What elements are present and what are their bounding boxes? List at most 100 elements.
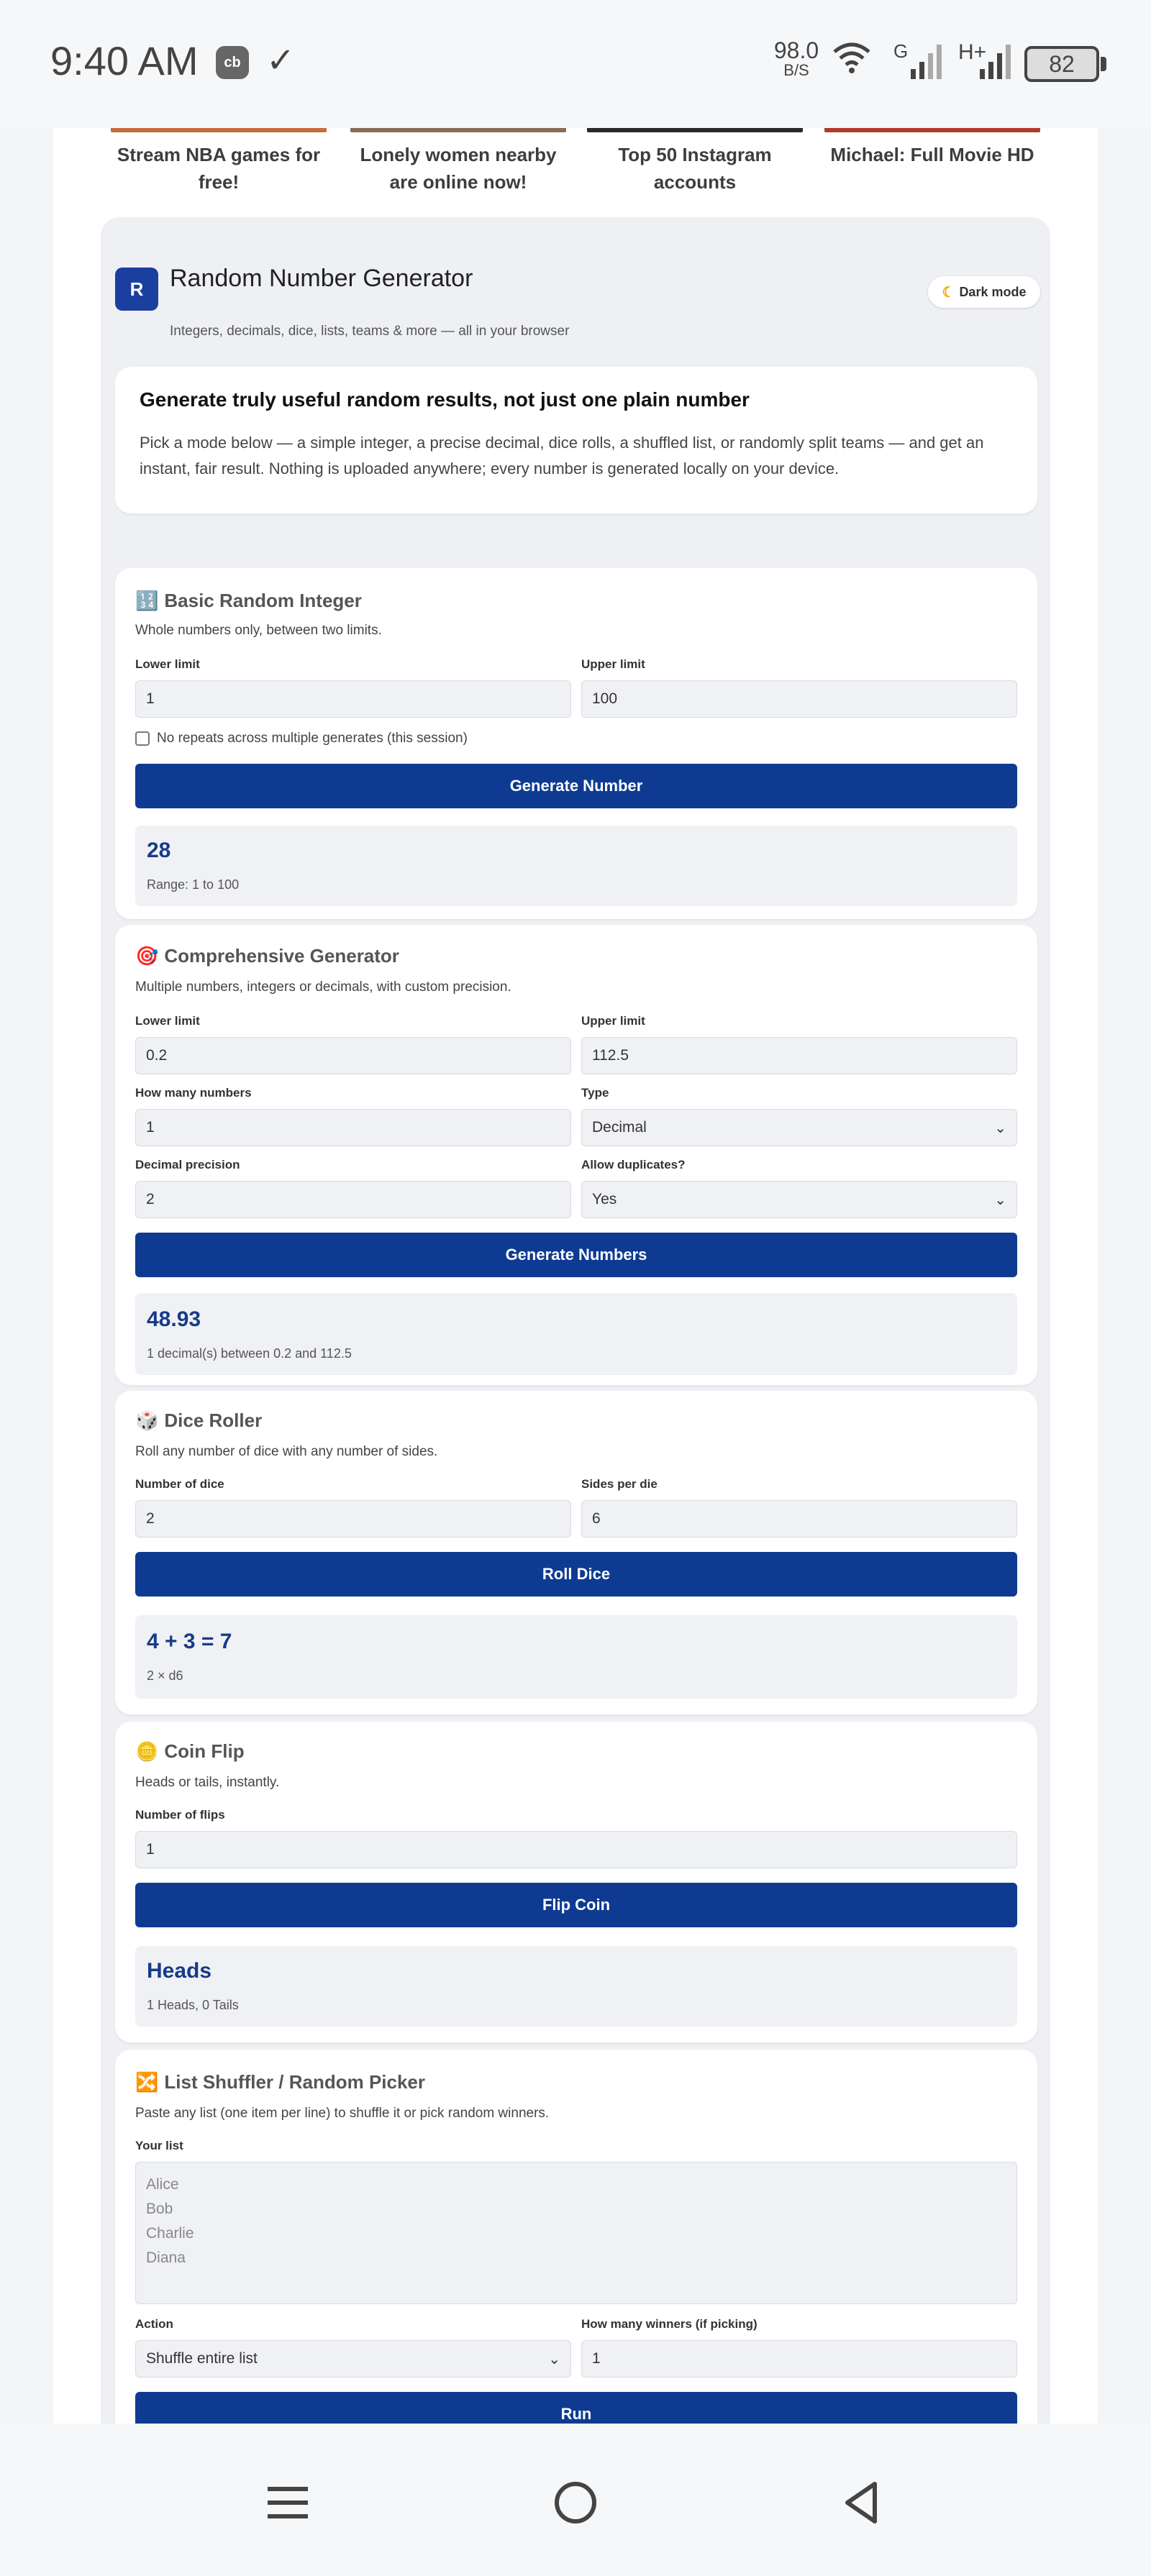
- list-textarea[interactable]: Alice Bob Charlie Diana: [135, 2162, 1017, 2304]
- dice-card-desc: Roll any number of dice with any number …: [135, 1444, 438, 1459]
- lower-limit-input[interactable]: 0.2: [135, 1037, 571, 1074]
- precision-input[interactable]: 2: [135, 1181, 571, 1218]
- duplicates-select[interactable]: Yes ⌄: [581, 1181, 1017, 1218]
- list-item: Charlie: [146, 2225, 194, 2242]
- winners-label: How many winners (if picking): [581, 2317, 758, 2331]
- flip-coin-button[interactable]: Flip Coin: [135, 1883, 1017, 1927]
- list-label: Your list: [135, 2139, 183, 2152]
- dice-card-title: 🎲 Dice Roller: [135, 1410, 263, 1431]
- count-label: How many numbers: [135, 1086, 252, 1100]
- list-item: Alice: [146, 2176, 179, 2193]
- type-select[interactable]: Decimal ⌄: [581, 1109, 1017, 1146]
- dice-result-note: 2 × d6: [147, 1668, 183, 1683]
- menu-icon[interactable]: [265, 2480, 311, 2526]
- no-repeat-checkbox[interactable]: No repeats across multiple generates (th…: [135, 731, 468, 746]
- ad-item[interactable]: Lonely women nearby are online now!: [350, 128, 566, 196]
- dark-mode-label: Dark mode: [959, 284, 1027, 299]
- type-label: Type: [581, 1086, 609, 1100]
- ad-item[interactable]: Michael: Full Movie HD: [824, 128, 1040, 168]
- shuffler-card-desc: Paste any list (one item per line) to sh…: [135, 2106, 550, 2121]
- basic-result-value: 28: [147, 839, 171, 862]
- basic-integer-card: 🔢 Basic Random Integer Whole numbers onl…: [115, 568, 1037, 919]
- ad-title: Stream NBA games for free!: [117, 144, 321, 193]
- page-subtitle: Integers, decimals, dice, lists, teams &…: [170, 324, 570, 339]
- basic-card-desc: Whole numbers only, between two limits.: [135, 623, 382, 638]
- signal-icon: [911, 45, 942, 79]
- flips-label: Number of flips: [135, 1808, 225, 1822]
- network-type-g: G: [893, 40, 909, 62]
- generate-numbers-button[interactable]: Generate Numbers: [135, 1233, 1017, 1277]
- basic-result-note: Range: 1 to 100: [147, 877, 240, 892]
- lower-limit-input[interactable]: 1: [135, 680, 571, 718]
- dice-result-value: 4 + 3 = 7: [147, 1630, 232, 1653]
- no-repeat-label: No repeats across multiple generates (th…: [157, 731, 468, 746]
- ad-thumbnail: [824, 128, 1040, 132]
- coin-result-note: 1 Heads, 0 Tails: [147, 1998, 239, 2012]
- dice-icon: 🎲: [135, 1410, 159, 1431]
- run-button[interactable]: Run: [135, 2392, 1017, 2424]
- upper-limit-label: Upper limit: [581, 1014, 645, 1028]
- list-item: Bob: [146, 2201, 173, 2217]
- dice-count-label: Number of dice: [135, 1477, 224, 1491]
- intro-body: Pick a mode below — a simple integer, a …: [140, 434, 984, 478]
- lower-limit-label: Lower limit: [135, 1014, 200, 1028]
- sides-input[interactable]: 6: [581, 1500, 1017, 1538]
- shuffler-card-title: 🔀 List Shuffler / Random Picker: [135, 2071, 426, 2093]
- flips-input[interactable]: 1: [135, 1831, 1017, 1868]
- winners-input[interactable]: 1: [581, 2340, 1017, 2378]
- coin-result-value: Heads: [147, 1959, 212, 1983]
- coin-icon: 🪙: [135, 1740, 159, 1762]
- roll-dice-button[interactable]: Roll Dice: [135, 1552, 1017, 1597]
- comprehensive-card-desc: Multiple numbers, integers or decimals, …: [135, 979, 511, 995]
- system-nav-bar: [0, 2424, 1151, 2576]
- ad-thumbnail: [111, 128, 327, 132]
- coin-result-box: Heads 1 Heads, 0 Tails: [135, 1946, 1017, 2027]
- app-logo: R: [115, 268, 158, 311]
- comprehensive-result-value: 48.93: [147, 1307, 201, 1331]
- numbers-icon: 🔢: [135, 590, 159, 611]
- list-item: Diana: [146, 2250, 186, 2266]
- home-icon[interactable]: [552, 2480, 599, 2526]
- ad-item[interactable]: Top 50 Instagram accounts: [587, 128, 803, 196]
- count-input[interactable]: 1: [135, 1109, 571, 1146]
- list-shuffler-card: 🔀 List Shuffler / Random Picker Paste an…: [115, 2050, 1037, 2424]
- upper-limit-label: Upper limit: [581, 657, 645, 671]
- basic-card-title: 🔢 Basic Random Integer: [135, 590, 362, 611]
- ad-strip: Stream NBA games for free! Lonely women …: [53, 128, 1098, 207]
- action-select[interactable]: Shuffle entire list ⌄: [135, 2340, 571, 2378]
- network-speed: 98.0 B/S: [773, 37, 819, 79]
- ad-title: Top 50 Instagram accounts: [618, 144, 772, 193]
- chevron-down-icon: ⌄: [994, 1120, 1006, 1136]
- page-title: Random Number Generator: [170, 265, 473, 292]
- type-select-value: Decimal: [592, 1119, 647, 1136]
- back-icon[interactable]: [839, 2480, 885, 2526]
- checkbox-box[interactable]: [135, 731, 150, 746]
- upper-limit-input[interactable]: 100: [581, 680, 1017, 718]
- dark-mode-toggle[interactable]: ☾ Dark mode: [928, 276, 1040, 308]
- battery-tip: [1101, 57, 1106, 71]
- upper-limit-input[interactable]: 112.5: [581, 1037, 1017, 1074]
- coin-card-title: 🪙 Coin Flip: [135, 1740, 245, 1762]
- comprehensive-result-box: 48.93 1 decimal(s) between 0.2 and 112.5: [135, 1293, 1017, 1375]
- signal-icon-2: [980, 45, 1011, 79]
- generate-number-button[interactable]: Generate Number: [135, 764, 1017, 808]
- lower-limit-label: Lower limit: [135, 657, 200, 671]
- duplicates-label: Allow duplicates?: [581, 1158, 686, 1171]
- web-page: Stream NBA games for free! Lonely women …: [53, 128, 1098, 2424]
- comprehensive-generator-card: 🎯 Comprehensive Generator Multiple numbe…: [115, 925, 1037, 1385]
- chevron-down-icon: ⌄: [548, 2351, 560, 2367]
- coin-flip-card: 🪙 Coin Flip Heads or tails, instantly. N…: [115, 1722, 1037, 2042]
- ad-title: Lonely women nearby are online now!: [360, 144, 557, 193]
- rng-app: R Random Number Generator Integers, deci…: [101, 217, 1050, 2424]
- download-done-icon: ✓: [266, 42, 296, 80]
- ad-thumbnail: [350, 128, 566, 132]
- chevron-down-icon: ⌄: [994, 1192, 1006, 1208]
- precision-label: Decimal precision: [135, 1158, 240, 1171]
- ad-item[interactable]: Stream NBA games for free!: [111, 128, 327, 196]
- status-bar: 9:40 AM cb ✓ 98.0 B/S G H+ 82: [0, 0, 1151, 128]
- comprehensive-card-title: 🎯 Comprehensive Generator: [135, 945, 399, 967]
- intro-heading: Generate truly useful random results, no…: [140, 388, 750, 411]
- dice-count-input[interactable]: 2: [135, 1500, 571, 1538]
- battery-icon: 82: [1024, 46, 1099, 82]
- dice-roller-card: 🎲 Dice Roller Roll any number of dice wi…: [115, 1391, 1037, 1714]
